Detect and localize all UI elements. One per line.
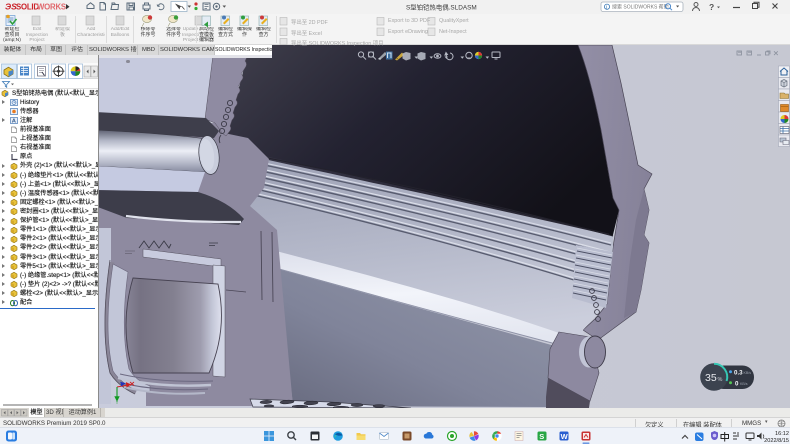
svg-text:WORKS: WORKS xyxy=(37,3,66,12)
svg-text:16:12: 16:12 xyxy=(775,431,789,437)
svg-text:0.3: 0.3 xyxy=(734,369,743,376)
svg-text:%: % xyxy=(718,377,723,383)
svg-text:S型铂铠热电偶.SLDASM: S型铂铠热电偶.SLDASM xyxy=(406,3,477,12)
svg-text:搜索 SOLIDWORKS 帮助: 搜索 SOLIDWORKS 帮助 xyxy=(612,4,669,11)
svg-text:35: 35 xyxy=(705,372,717,384)
svg-text:SOLID: SOLID xyxy=(16,3,39,12)
svg-text:i: i xyxy=(606,5,607,11)
svg-text:KB/s: KB/s xyxy=(744,371,752,375)
svg-text:KB/s: KB/s xyxy=(740,382,748,386)
svg-text:S: S xyxy=(539,432,544,441)
svg-text:?: ? xyxy=(709,2,714,12)
svg-text:W: W xyxy=(561,432,569,441)
svg-text:A: A xyxy=(12,119,16,124)
svg-text:2022/8/15: 2022/8/15 xyxy=(764,438,789,444)
svg-text:0: 0 xyxy=(735,380,739,387)
